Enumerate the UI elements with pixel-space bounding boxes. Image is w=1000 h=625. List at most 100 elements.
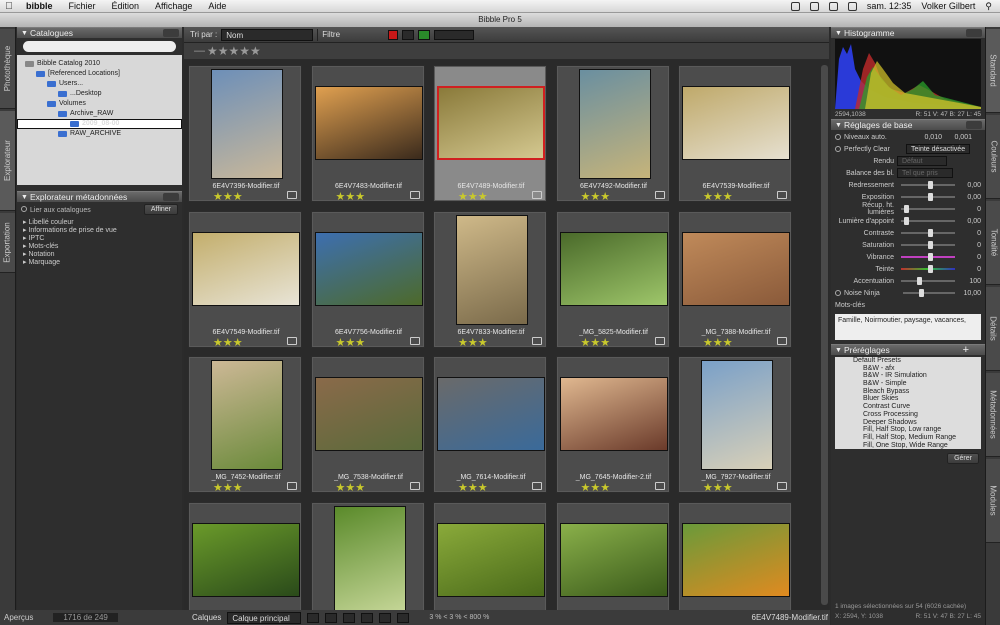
thumbnail-cell[interactable] [188,501,302,610]
rating-stars[interactable]: ★★★ [458,481,488,494]
grid-view-icon[interactable] [307,612,320,623]
photo-thumbnail[interactable] [192,522,300,597]
adjust-slider[interactable] [901,217,955,225]
catalog-tree-item[interactable]: Archive_RAW [17,109,182,119]
clock[interactable]: sam. 12:35 [867,1,912,11]
metadata-category[interactable]: ▸ Libellé couleur [23,219,176,227]
adjust-slider[interactable] [901,193,955,201]
warning-icon[interactable] [397,612,410,623]
thumbnail-cell[interactable]: 6E4V7489-Modifier.tif ★★★ [433,65,547,203]
perfectly-clear-select[interactable]: Teinte désactivée [906,144,971,154]
rating-stars[interactable]: ★★★ [213,336,243,349]
photo-thumbnail[interactable] [192,231,300,306]
slider-handle[interactable] [928,253,933,261]
photo-thumbnail[interactable] [456,214,528,325]
edit-status-icon[interactable] [777,191,787,199]
slider-handle[interactable] [928,193,933,201]
edit-status-icon[interactable] [777,482,787,490]
metadata-category[interactable]: ▸ Marquage [23,259,176,267]
edit-status-icon[interactable] [654,336,665,345]
panel-menu-icon[interactable] [163,29,179,37]
preset-item[interactable]: B&W - Simple [835,380,981,388]
catalog-tree-item[interactable]: 2009_08-00 [17,119,182,129]
rating-stars[interactable]: ★★★ [703,190,733,203]
menu-app[interactable]: bibble [18,1,61,11]
add-icon[interactable]: + [963,344,969,356]
rating-stars[interactable]: ★★★ [458,190,488,203]
panel-menu-icon[interactable] [966,29,982,37]
photo-thumbnail[interactable] [437,377,545,451]
edit-status-icon[interactable] [777,336,787,345]
edit-status-icon[interactable] [532,336,542,345]
photo-thumbnail[interactable] [559,522,668,597]
rating-stars[interactable]: ★★★ [581,481,611,494]
panel-menu-icon[interactable] [966,121,982,129]
edit-status-icon[interactable] [654,482,665,490]
menu-edit[interactable]: Édition [104,1,148,11]
rating-stars[interactable]: ★★★ [703,481,733,494]
scrollbar-thumb[interactable] [821,65,828,605]
panel-menu-icon[interactable] [163,193,179,201]
edit-status-icon[interactable] [409,191,420,199]
thumbnail-cell[interactable]: _MG_7614-Modifier.tif ★★★ [433,356,547,494]
thumbnail-cell[interactable]: 6E4V7549-Modifier.tif ★★★ [188,210,302,349]
metadata-category[interactable]: ▸ Informations de prise de vue [23,227,176,235]
histogram-header[interactable]: ▼ Histogramme [831,27,985,38]
wifi-icon[interactable] [828,1,838,11]
slider-handle[interactable] [903,217,909,225]
circle-tool-icon[interactable] [343,612,356,623]
spotlight-icon[interactable]: ⚲ [985,1,992,12]
slider-handle[interactable] [918,289,924,297]
crop-icon[interactable] [325,612,338,623]
tab-standard[interactable]: Standard [986,29,1000,113]
brush-icon[interactable] [361,612,374,623]
rating-stars[interactable]: ★★★ [336,481,366,494]
status-icon[interactable] [790,1,800,11]
thumbnail-cell[interactable]: 6E4V7492-Modifier.tif ★★★ [555,65,670,203]
thumbnail-cell[interactable] [555,501,670,610]
tab-tonalite[interactable]: Tonalité [986,201,1000,285]
photo-thumbnail[interactable] [314,377,423,451]
sort-select[interactable]: Nom [221,28,314,41]
disclosure-icon[interactable]: ▼ [835,345,842,356]
photo-thumbnail[interactable] [437,86,545,160]
edit-status-icon[interactable] [654,191,665,199]
rating-stars[interactable]: ★★★ [581,336,611,349]
edit-status-icon[interactable] [287,191,297,199]
filter-stars[interactable]: ★★★★★ [207,44,261,58]
preset-item[interactable]: B&W - IR Simulation [835,372,981,380]
preset-item[interactable]: Cross Processing [835,411,981,419]
rating-stars[interactable]: ★★★ [336,190,366,203]
preset-item[interactable]: Bluer Skies [835,395,981,403]
photo-thumbnail[interactable] [314,86,423,160]
photo-thumbnail[interactable] [682,86,790,160]
photo-thumbnail[interactable] [437,522,545,597]
minus-icon[interactable]: — [194,45,205,57]
filter-label[interactable]: Filtre [322,30,340,39]
checkbox-icon[interactable] [835,134,841,140]
zoom-slider[interactable] [434,29,475,40]
thumbnail-cell[interactable]: _MG_7645-Modifier-2.tif ★★★ [555,356,670,494]
preset-item[interactable]: Fill, Half Stop, Low range [835,426,981,434]
checkbox-icon[interactable] [835,290,841,296]
rendu-select[interactable]: Défaut [897,156,947,166]
thumbnail-cell[interactable]: 6E4V7833-Modifier.tif ★★★ [433,210,547,349]
metadata-category[interactable]: ▸ Notation [23,251,176,259]
adjust-slider[interactable] [901,241,955,249]
thumbnail-cell[interactable]: _MG_7452-Modifier.tif ★★★ [188,356,302,494]
thumbnail-cell[interactable] [678,501,792,610]
compare-icon[interactable] [379,612,392,623]
slider-handle[interactable] [928,265,933,273]
thumbnail-cell[interactable]: 6E4V7483-Modifier.tif ★★★ [310,65,425,203]
slider-handle[interactable] [928,241,933,249]
adjust-slider[interactable] [901,277,955,285]
tab-couleurs[interactable]: Couleurs [986,115,1000,199]
slider-handle[interactable] [917,277,923,285]
check-icon[interactable] [402,29,415,40]
disclosure-icon[interactable]: ▼ [835,120,842,131]
catalog-tree-item[interactable]: Users... [17,79,182,89]
menu-help[interactable]: Aide [200,1,234,11]
manage-button[interactable]: Gérer [947,453,979,464]
photo-thumbnail[interactable] [211,360,283,470]
tab-explorateur[interactable]: Explorateur [0,111,15,211]
